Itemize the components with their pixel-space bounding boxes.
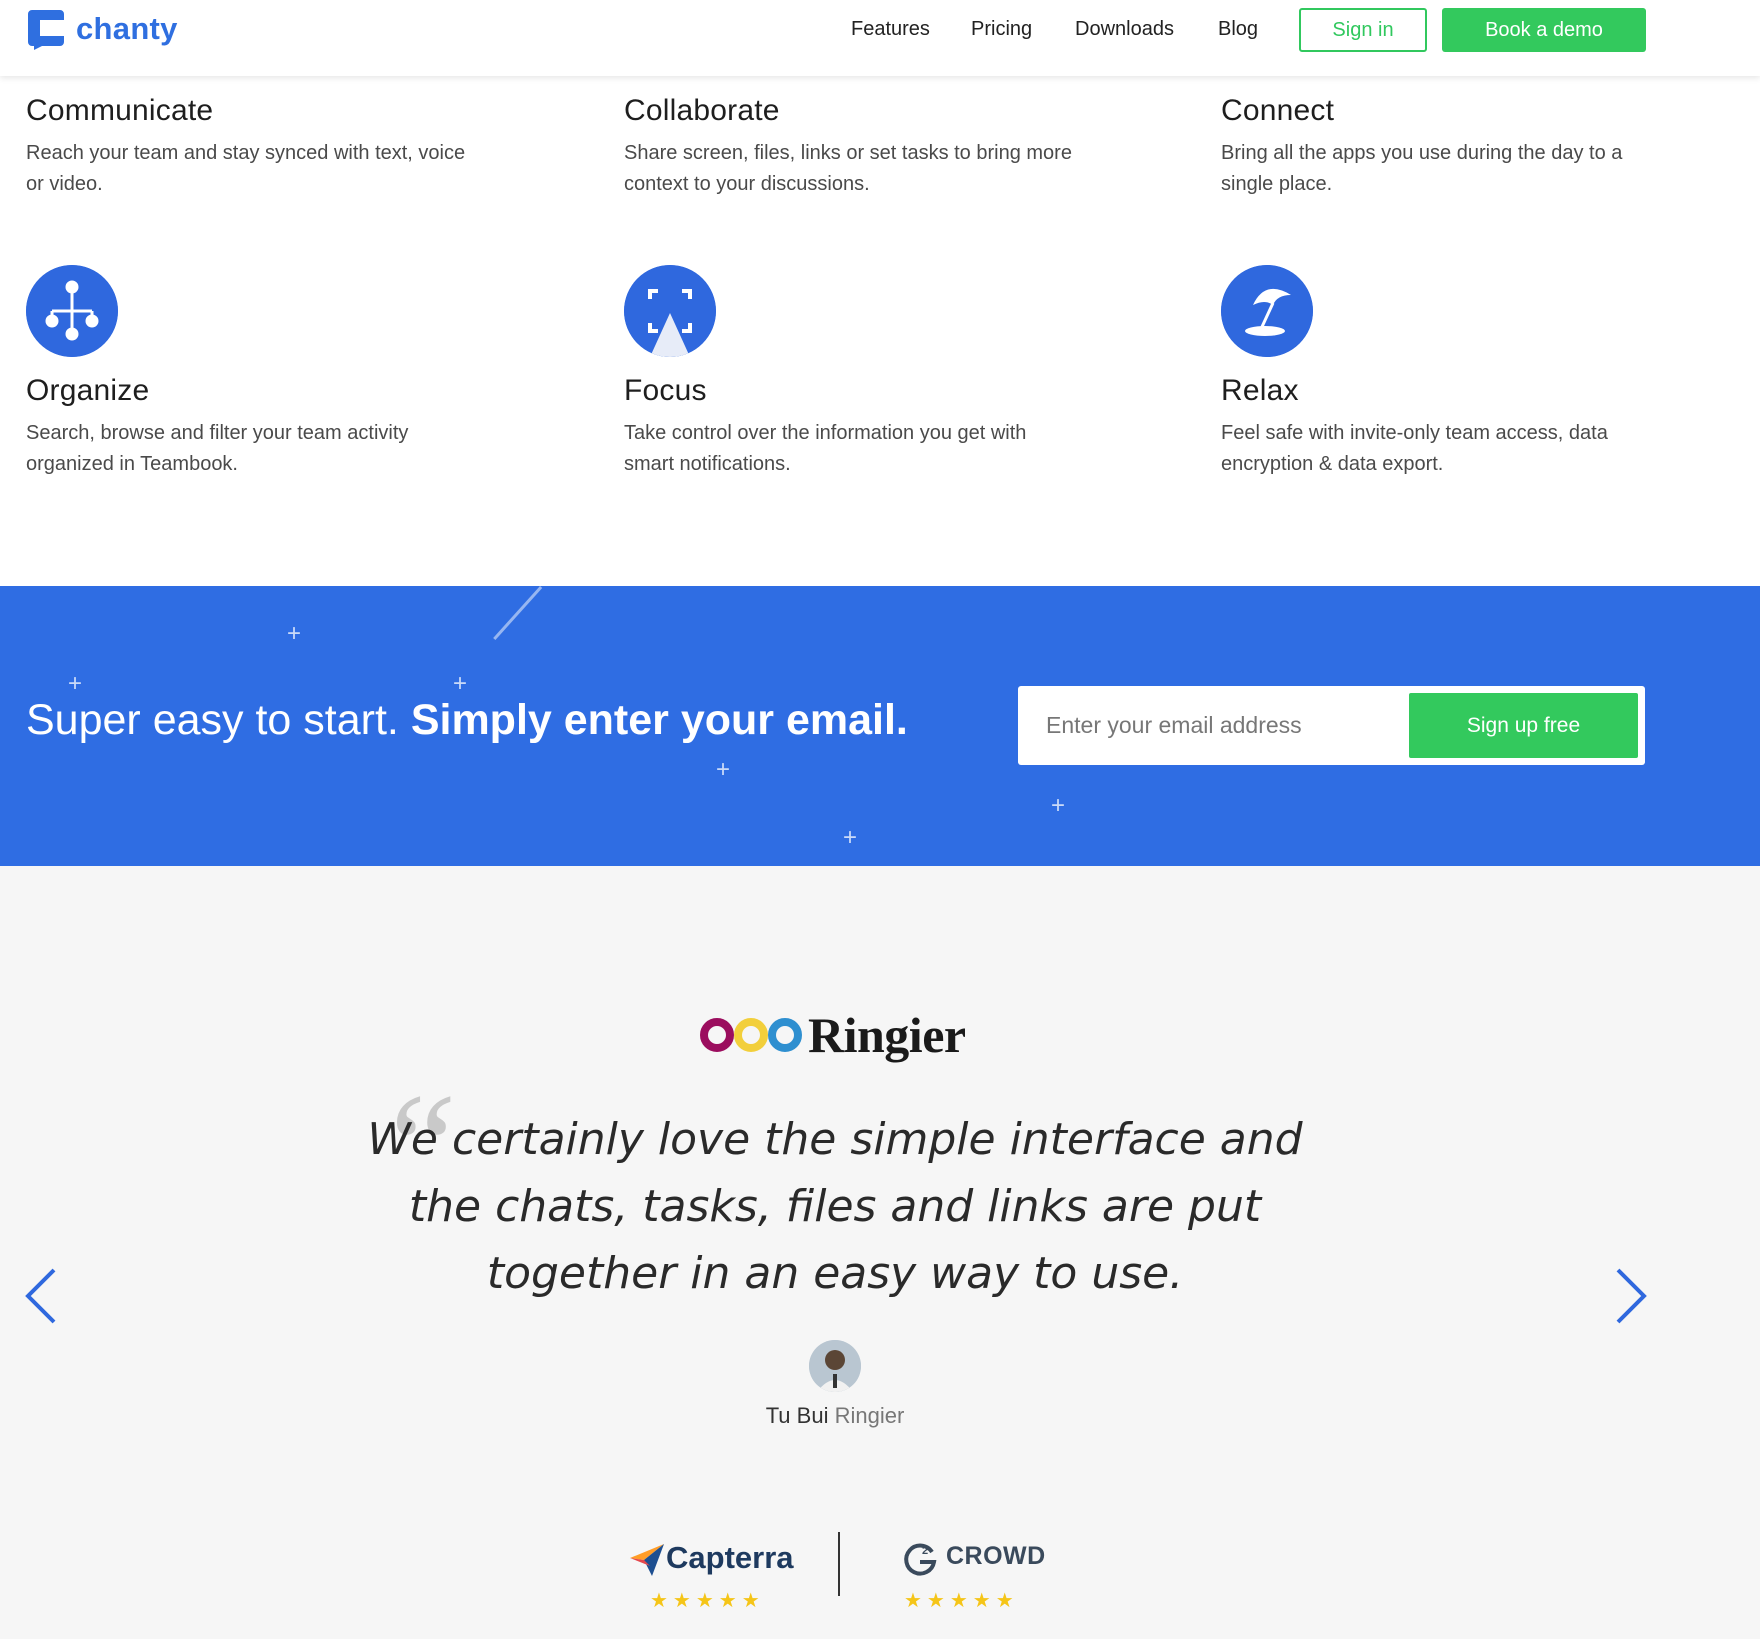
capterra-stars: ★★★★★ <box>650 1590 765 1612</box>
email-signup-form: Sign up free <box>1018 686 1645 765</box>
plus-decoration: + <box>843 824 858 851</box>
avatar <box>809 1340 861 1392</box>
nav-pricing[interactable]: Pricing <box>971 18 1032 41</box>
testimonial-author: Tu Bui Ringier <box>0 1403 1670 1429</box>
sign-in-button[interactable]: Sign in <box>1299 8 1427 52</box>
site-header: chanty Features Pricing Downloads Blog S… <box>0 0 1760 76</box>
feature-relax: Relax Feel safe with invite-only team ac… <box>1221 374 1691 480</box>
feature-collaborate: Collaborate Share screen, files, links o… <box>624 94 1094 200</box>
feature-title: Connect <box>1221 94 1335 127</box>
signup-band: + + + + + + Super easy to start. Simply … <box>0 586 1760 866</box>
sign-up-free-button[interactable]: Sign up free <box>1409 693 1638 758</box>
brand-name: chanty <box>76 11 178 46</box>
g2-superscript: 2 <box>922 1545 928 1557</box>
org-chart-icon <box>26 265 118 357</box>
author-company: Ringier <box>834 1403 905 1428</box>
g2-crowd-wordmark: CROWD <box>946 1542 1046 1570</box>
nav-blog[interactable]: Blog <box>1218 18 1258 41</box>
signup-headline: Super easy to start. Simply enter your e… <box>26 696 908 745</box>
feature-organize: Organize Search, browse and filter your … <box>26 374 496 480</box>
nav-features[interactable]: Features <box>851 18 930 41</box>
feature-description: Bring all the apps you use during the da… <box>1221 142 1623 195</box>
signup-headline-bold: Simply enter your email. <box>410 696 908 744</box>
feature-title: Relax <box>1221 374 1299 407</box>
focus-icon <box>624 265 716 357</box>
feature-title: Focus <box>624 374 707 407</box>
signup-headline-light: Super easy to start. <box>26 696 399 744</box>
g2-stars: ★★★★★ <box>904 1590 1019 1612</box>
author-name: Tu Bui <box>765 1403 829 1428</box>
feature-focus: Focus Take control over the information … <box>624 374 1094 480</box>
feature-connect: Connect Bring all the apps you use durin… <box>1221 94 1691 200</box>
plus-decoration: + <box>1051 792 1066 819</box>
ring-blue-icon <box>768 1018 802 1052</box>
feature-title: Organize <box>26 374 150 407</box>
capterra-arrow-icon <box>630 1544 664 1576</box>
ring-magenta-icon <box>700 1018 734 1052</box>
feature-description: Search, browse and filter your team acti… <box>26 422 409 475</box>
testimonial-quote: We certainly love the simple interface a… <box>367 1114 1303 1299</box>
previous-arrow-icon[interactable] <box>22 1266 62 1326</box>
email-input[interactable] <box>1046 686 1396 765</box>
next-arrow-icon[interactable] <box>1610 1266 1650 1326</box>
decorative-streak <box>493 586 543 641</box>
feature-title: Collaborate <box>624 94 780 127</box>
g2-logo-icon: 2 <box>904 1543 937 1576</box>
ring-yellow-icon <box>734 1018 768 1052</box>
feature-title: Communicate <box>26 94 214 127</box>
chanty-logo[interactable]: chanty <box>26 8 178 50</box>
badge-divider <box>838 1532 840 1596</box>
ringier-wordmark: Ringier <box>808 1007 966 1063</box>
ringier-logo: Ringier <box>700 1006 966 1064</box>
plus-decoration: + <box>287 620 302 647</box>
plus-decoration: + <box>716 756 731 783</box>
chanty-logo-icon <box>28 10 64 50</box>
plus-decoration: + <box>453 670 468 697</box>
umbrella-icon <box>1221 265 1313 357</box>
testimonial-section: Ringier “ We certainly love the simple i… <box>0 866 1760 1639</box>
book-demo-button[interactable]: Book a demo <box>1442 8 1646 52</box>
feature-description: Take control over the information you ge… <box>624 422 1027 475</box>
plus-decoration: + <box>68 670 83 697</box>
feature-description: Reach your team and stay synced with tex… <box>26 142 466 195</box>
feature-communicate: Communicate Reach your team and stay syn… <box>26 94 496 200</box>
feature-description: Feel safe with invite-only team access, … <box>1221 422 1608 475</box>
feature-description: Share screen, files, links or set tasks … <box>624 142 1072 195</box>
capterra-wordmark: Capterra <box>666 1540 794 1575</box>
nav-downloads[interactable]: Downloads <box>1075 18 1174 41</box>
